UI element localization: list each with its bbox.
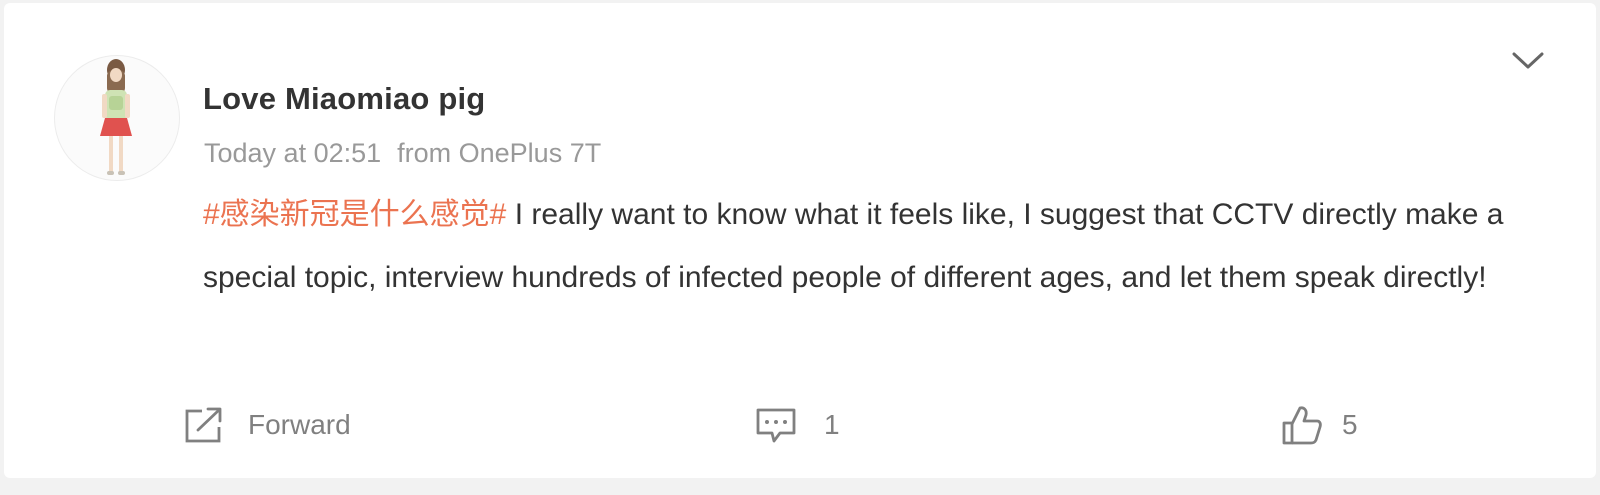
chevron-down-icon xyxy=(1512,52,1544,69)
like-button[interactable]: 5 xyxy=(1280,403,1358,447)
forward-button[interactable]: Forward xyxy=(182,403,351,447)
comment-icon xyxy=(756,408,796,443)
post-meta: Today at 02:51 from OnePlus 7T xyxy=(204,138,601,169)
comment-button[interactable]: 1 xyxy=(754,403,840,447)
hashtag-link[interactable]: #感染新冠是什么感觉# xyxy=(203,198,506,231)
post-time[interactable]: Today at 02:51 xyxy=(204,138,381,168)
like-count: 5 xyxy=(1342,409,1358,440)
more-options-button[interactable] xyxy=(1508,45,1548,77)
post-content: #感染新冠是什么感觉# I really want to know what i… xyxy=(203,183,1533,309)
author-name[interactable]: Love Miaomiao pig xyxy=(203,81,485,117)
post-source: from OnePlus 7T xyxy=(397,138,602,168)
avatar[interactable] xyxy=(54,55,180,181)
thumbs-up-icon xyxy=(1282,406,1322,445)
comment-count: 1 xyxy=(824,409,840,440)
forward-label: Forward xyxy=(248,409,351,440)
share-arrow-icon xyxy=(185,407,222,443)
post-card: Love Miaomiao pig Today at 02:51 from One… xyxy=(4,3,1596,478)
avatar-figure-icon xyxy=(100,59,132,175)
